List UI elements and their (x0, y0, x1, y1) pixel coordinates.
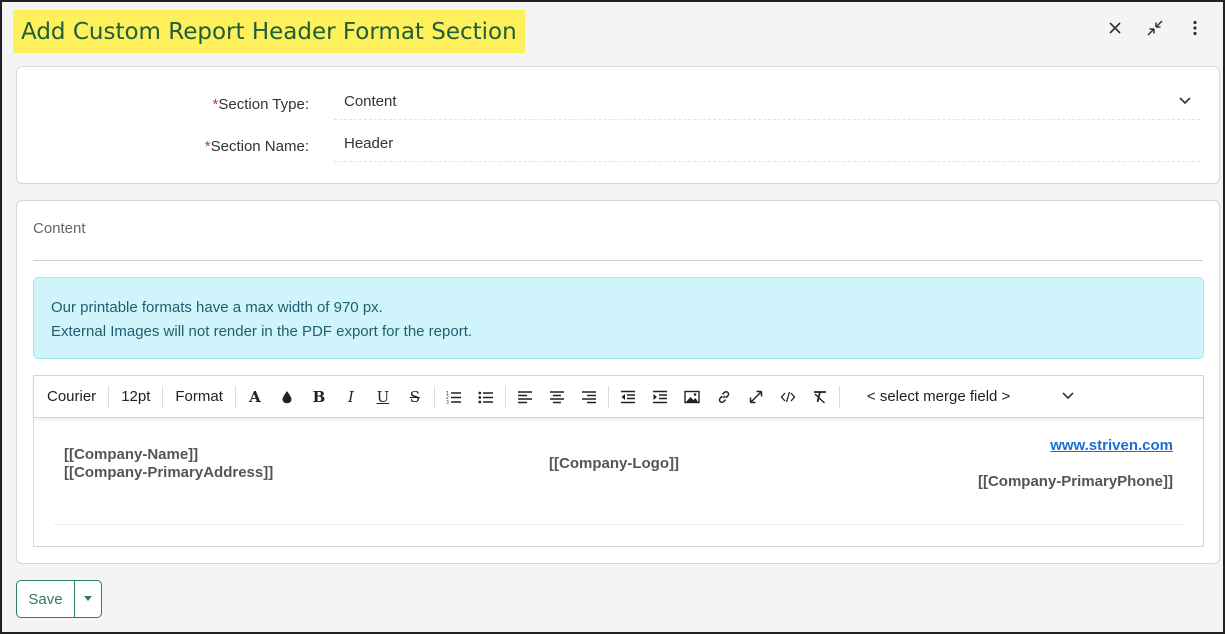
clear-formatting-icon[interactable] (804, 383, 836, 411)
italic-icon[interactable]: I (335, 383, 367, 411)
content-card: Content Our printable formats have a max… (16, 200, 1220, 564)
merge-field-placeholder: < select merge field > (866, 388, 1011, 405)
bold-glyph: B (312, 387, 326, 406)
dialog-window: Add Custom Report Header Format Section … (0, 0, 1225, 634)
editor-divider (54, 524, 1183, 525)
strike-glyph: S (409, 387, 421, 406)
font-color-glyph: A (249, 387, 261, 406)
align-left-icon[interactable] (509, 383, 541, 411)
toolbar-separator (607, 385, 609, 408)
content-label: Content (33, 220, 86, 237)
save-options-dropdown[interactable] (75, 581, 101, 617)
alert-line-2: External Images will not render in the P… (51, 323, 473, 340)
underline-icon[interactable]: U (367, 383, 399, 411)
rich-text-editor: Courier 12pt Format A B I U S 1 2 3 < se… (33, 375, 1204, 547)
link-icon[interactable] (708, 383, 740, 411)
section-type-row: *Section Type: Content (17, 84, 1219, 124)
section-name-input[interactable]: Header (334, 126, 1200, 162)
section-details-card: *Section Type: Content *Section Name: He… (16, 66, 1220, 184)
editor-content-area[interactable]: [[Company-Name]] [[Company-PrimaryAddres… (34, 418, 1203, 546)
bold-icon[interactable]: B (303, 383, 335, 411)
svg-text:3: 3 (446, 399, 449, 404)
format-select[interactable]: Format (166, 388, 232, 405)
section-name-label: *Section Name: (205, 138, 309, 155)
save-button[interactable]: Save (17, 581, 75, 617)
image-icon[interactable] (676, 383, 708, 411)
font-size-select[interactable]: 12pt (112, 388, 159, 405)
close-icon[interactable] (1105, 18, 1125, 38)
font-family-select[interactable]: Courier (38, 388, 105, 405)
save-button-group: Save (16, 580, 102, 618)
info-alert: Our printable formats have a max width o… (33, 277, 1204, 359)
toolbar-separator (234, 385, 236, 408)
ordered-list-icon[interactable]: 1 2 3 (438, 383, 470, 411)
bullet-list-icon[interactable] (470, 383, 502, 411)
source-code-icon[interactable] (772, 383, 804, 411)
chevron-down-icon[interactable] (1061, 388, 1075, 406)
more-vertical-icon[interactable] (1185, 18, 1205, 38)
section-type-value: Content (344, 93, 397, 110)
section-name-value: Header (344, 135, 394, 152)
company-logo-field: [[Company-Logo]] (549, 455, 679, 472)
collapse-icon[interactable] (1145, 18, 1165, 38)
editor-toolbar: Courier 12pt Format A B I U S 1 2 3 < se… (34, 376, 1203, 418)
toolbar-separator (108, 385, 110, 408)
indent-icon[interactable] (644, 383, 676, 411)
section-name-label-text: Section Name: (210, 138, 309, 155)
toolbar-separator (504, 385, 506, 408)
divider (33, 260, 1203, 261)
outdent-icon[interactable] (612, 383, 644, 411)
title-highlight: Add Custom Report Header Format Section (13, 10, 525, 53)
window-controls (1105, 18, 1205, 38)
section-type-label-text: Section Type: (218, 96, 309, 113)
section-type-select[interactable]: Content (334, 84, 1200, 120)
company-phone-field: [[Company-PrimaryPhone]] (977, 473, 1173, 490)
company-address-field: [[Company-PrimaryAddress]] (64, 464, 274, 481)
underline-glyph: U (376, 387, 390, 406)
align-right-icon[interactable] (573, 383, 605, 411)
caret-down-icon (84, 596, 92, 601)
fullscreen-icon[interactable] (740, 383, 772, 411)
company-name-field: [[Company-Name]] (64, 446, 199, 463)
alert-line-1: Our printable formats have a max width o… (51, 299, 383, 316)
website-link[interactable]: www.striven.com (1050, 437, 1173, 454)
strikethrough-icon[interactable]: S (399, 383, 431, 411)
page-title: Add Custom Report Header Format Section (21, 18, 517, 45)
font-color-icon[interactable]: A (239, 383, 271, 411)
merge-field-select[interactable]: < select merge field > (855, 388, 1083, 406)
section-type-label: *Section Type: (213, 96, 309, 113)
toolbar-separator (838, 385, 840, 408)
chevron-down-icon[interactable] (1178, 93, 1192, 111)
section-name-row: *Section Name: Header (17, 126, 1219, 166)
highlight-color-icon[interactable] (271, 383, 303, 411)
toolbar-separator (433, 385, 435, 408)
italic-glyph: I (347, 387, 354, 406)
toolbar-separator (162, 385, 164, 408)
align-center-icon[interactable] (541, 383, 573, 411)
